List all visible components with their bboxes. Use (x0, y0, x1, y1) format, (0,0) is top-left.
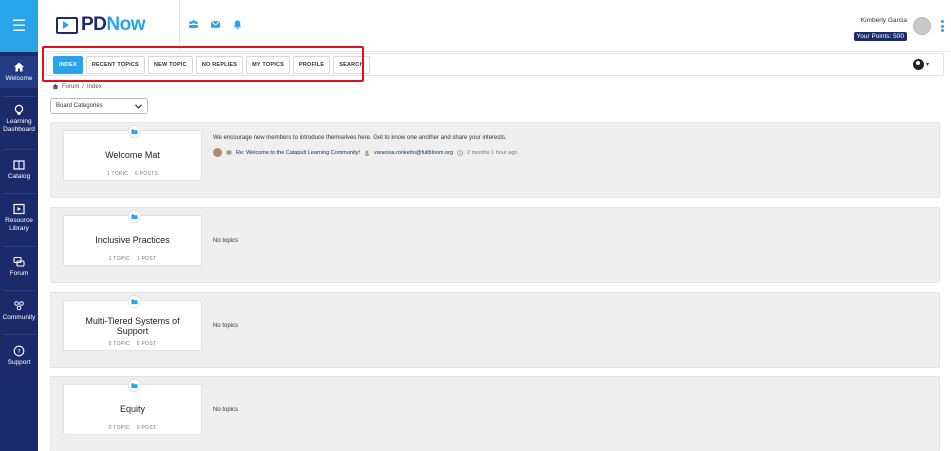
library-icon (13, 203, 25, 215)
board-categories-select[interactable]: Board Categories (50, 98, 148, 114)
breadcrumb-separator: / (82, 83, 85, 90)
category-card[interactable]: Welcome Mat 1 TOPIC 6 POSTS (63, 125, 202, 181)
user-circle-icon (912, 59, 924, 70)
home-icon[interactable] (52, 83, 59, 90)
breadcrumb-index: Index (87, 83, 102, 90)
chevron-down-icon (135, 103, 142, 109)
category-row: Inclusive Practices 1 TOPIC 1 POST No to… (50, 207, 940, 283)
user-icon (365, 150, 370, 156)
caret-down-icon: ▾ (925, 62, 929, 68)
sidebar-item-label: Community (2, 314, 36, 321)
lightbulb-icon (14, 104, 24, 115)
sidebar-divider (3, 334, 35, 335)
more-options-icon[interactable] (941, 20, 944, 34)
topic-count: 1 TOPIC (106, 171, 129, 177)
category-card[interactable]: Equity 0 TOPIC 0 POST (63, 379, 202, 435)
chat-icon (13, 256, 25, 267)
bell-icon[interactable] (232, 19, 243, 30)
hamburger-icon: ☰ (11, 18, 27, 35)
sidebar-item-label: Forum (9, 270, 29, 277)
category-row: Equity 0 TOPIC 0 POST No topics (50, 376, 940, 451)
user-name: Kimberly Garcia (860, 17, 907, 24)
sidebar-item-learning-dashboard[interactable]: Learning Dashboard (0, 104, 38, 142)
last-post-time: 2 months 1 hour ago (466, 149, 518, 156)
groups-icon[interactable] (188, 19, 199, 30)
category-row: Multi-Tiered Systems of Support 0 TOPIC … (50, 292, 940, 368)
folder-icon (128, 125, 141, 138)
topic-count: 0 TOPIC (108, 341, 130, 347)
sidebar-divider (3, 246, 35, 247)
sidebar-divider (3, 290, 35, 291)
sidebar: ☰ Welcome Learning Dashboard Catalog Res… (0, 0, 38, 451)
category-description: We encourage new members to introduce th… (213, 135, 507, 141)
sidebar-item-resource-library[interactable]: Resource Library (0, 203, 38, 241)
logo-text-pd: PD (81, 14, 107, 35)
sidebar-item-label: Catalog (7, 173, 31, 180)
breadcrumb: Forum / Index (52, 83, 102, 90)
people-icon (14, 301, 24, 311)
avatar[interactable] (913, 17, 931, 35)
board-select-value: Board Categories (56, 103, 103, 109)
topic-count: 1 TOPIC (108, 256, 130, 262)
last-author-link[interactable]: vanessa.ronketto@fullbloom.org (374, 150, 453, 156)
post-count: 1 POST (136, 256, 157, 262)
monitor-logo-icon (56, 16, 78, 34)
category-card[interactable]: Multi-Tiered Systems of Support 0 TOPIC … (63, 295, 202, 351)
reply-icon (226, 150, 232, 154)
sidebar-item-support[interactable]: ? Support (0, 345, 38, 373)
sidebar-divider (3, 96, 35, 97)
sidebar-item-label: Resource (5, 217, 33, 224)
mail-icon[interactable] (210, 19, 221, 30)
folder-icon (128, 295, 141, 308)
header-divider (179, 0, 180, 52)
sidebar-item-label: Welcome (5, 75, 33, 82)
clock-icon (457, 149, 463, 156)
category-stats: 0 TOPIC 0 POST (64, 341, 201, 347)
folder-icon (128, 379, 141, 392)
category-stats: 1 TOPIC 1 POST (64, 256, 201, 262)
logo-text-now: Now (106, 14, 146, 35)
app: ☰ Welcome Learning Dashboard Catalog Res… (0, 0, 951, 451)
pdnow-logo[interactable]: PD Now (56, 14, 146, 36)
profile-menu[interactable]: ▾ (912, 59, 929, 70)
category-description: No topics (213, 407, 239, 413)
avatar (213, 148, 222, 157)
post-count: 0 POST (136, 425, 157, 431)
category-description: No topics (213, 323, 239, 329)
sidebar-item-label: Support (7, 359, 31, 366)
breadcrumb-forum[interactable]: Forum (62, 84, 79, 90)
points-badge: Your Points: 500 (853, 32, 907, 41)
last-post: Re: Welcome to the Catapult Learning Com… (213, 148, 517, 157)
help-icon: ? (13, 345, 25, 357)
sidebar-divider (3, 193, 35, 194)
book-icon (13, 160, 25, 170)
category-row: Welcome Mat 1 TOPIC 6 POSTS We encourage… (50, 122, 940, 198)
sidebar-item-label: Learning (6, 118, 32, 125)
sidebar-item-community[interactable]: Community (0, 300, 38, 328)
post-count: 6 POSTS (134, 171, 159, 177)
highlight-box (42, 46, 364, 82)
header-icons (188, 19, 243, 30)
top-header: PD Now Kimberly Garcia Your Points: 500 (38, 0, 951, 52)
sidebar-item-forum[interactable]: Forum (0, 256, 38, 284)
menu-toggle-button[interactable]: ☰ (0, 0, 38, 52)
post-count: 0 POST (136, 341, 157, 347)
sidebar-item-welcome[interactable]: Welcome (0, 56, 38, 88)
home-icon (14, 62, 24, 72)
topic-count: 0 TOPIC (108, 425, 130, 431)
category-description: No topics (213, 238, 239, 244)
sidebar-divider (3, 149, 35, 150)
category-stats: 1 TOPIC 6 POSTS (64, 171, 201, 177)
category-card[interactable]: Inclusive Practices 1 TOPIC 1 POST (63, 210, 202, 266)
last-topic-link[interactable]: Re: Welcome to the Catapult Learning Com… (236, 150, 360, 156)
sidebar-item-catalog[interactable]: Catalog (0, 159, 38, 187)
svg-text:?: ? (17, 347, 20, 355)
category-stats: 0 TOPIC 0 POST (64, 425, 201, 431)
user-info[interactable]: Kimberly Garcia Your Points: 500 (853, 17, 907, 43)
sidebar-item-label-2: Dashboard (3, 126, 35, 133)
sidebar-item-label-2: Library (9, 225, 29, 232)
folder-icon (128, 210, 141, 223)
